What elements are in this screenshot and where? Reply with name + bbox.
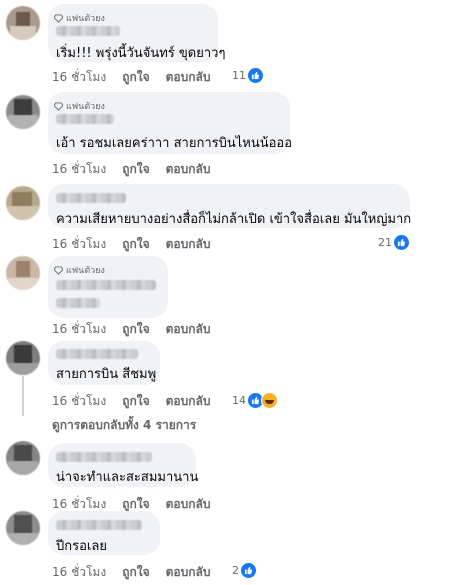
avatar[interactable] (6, 441, 40, 475)
comment-actions: 16 ชั่วโมง ถูกใจ ตอบกลับ (52, 320, 210, 339)
avatar[interactable] (6, 186, 40, 220)
reaction-count[interactable]: 11 (232, 68, 263, 83)
haha-reaction-icon (261, 392, 278, 409)
comment-text: ความเสียหายบางอย่างสื่อก็ไม่กล้าเปิด เข้… (56, 212, 412, 227)
author-name[interactable] (56, 452, 152, 462)
like-reaction-icon (248, 68, 263, 83)
comment-bubble: แฟนตัวยง เริ่ม!!! พรุ่งนี้วันจันทร์ ขุดย… (48, 4, 225, 62)
timestamp[interactable]: 16 ชั่วโมง (52, 563, 106, 582)
comment-bubble: ความเสียหายบางอย่างสื่อก็ไม่กล้าเปิด เข้… (48, 184, 412, 228)
avatar[interactable] (6, 6, 40, 40)
reaction-number: 11 (232, 69, 246, 82)
author-name[interactable] (56, 280, 156, 290)
comment-bubble: ปีกรอเลย (48, 511, 160, 555)
like-button[interactable]: ถูกใจ (122, 68, 149, 87)
like-reaction-icon (241, 563, 256, 578)
timestamp[interactable]: 16 ชั่วโมง (52, 392, 106, 411)
avatar[interactable] (6, 511, 40, 545)
fan-badge: แฟนตัวยง (54, 99, 105, 113)
timestamp[interactable]: 16 ชั่วโมง (52, 320, 106, 339)
fan-badge-label: แฟนตัวยง (66, 266, 105, 276)
diamond-icon (54, 101, 63, 111)
comment-text: เริ่ม!!! พรุ่งนี้วันจันทร์ ขุดยาวๆ (56, 46, 226, 61)
timestamp[interactable]: 16 ชั่วโมง (52, 160, 106, 179)
reply-button[interactable]: ตอบกลับ (166, 160, 211, 179)
thread-line (22, 376, 24, 416)
timestamp[interactable]: 16 ชั่วโมง (52, 68, 106, 87)
fan-badge-label: แฟนตัวยง (66, 14, 105, 24)
reply-button[interactable]: ตอบกลับ (166, 563, 211, 582)
like-button[interactable]: ถูกใจ (122, 320, 149, 339)
diamond-icon (54, 265, 63, 275)
comment-text: ปีกรอเลย (56, 539, 107, 554)
reaction-count[interactable]: 2 (232, 563, 256, 578)
comment-actions: 16 ชั่วโมง ถูกใจ ตอบกลับ (52, 563, 210, 582)
author-name[interactable] (56, 114, 114, 124)
comment-actions: 16 ชั่วโมง ถูกใจ ตอบกลับ (52, 392, 210, 411)
like-button[interactable]: ถูกใจ (122, 160, 149, 179)
reply-button[interactable]: ตอบกลับ (166, 68, 211, 87)
comment-actions: 16 ชั่วโมง ถูกใจ ตอบกลับ (52, 160, 210, 179)
comment-bubble: สายการบิน สีชมพู (48, 341, 160, 385)
reaction-number: 14 (232, 394, 246, 407)
reply-button[interactable]: ตอบกลับ (166, 320, 211, 339)
comment-text: สายการบิน สีชมพู (56, 367, 157, 382)
avatar[interactable] (6, 256, 40, 290)
comment-bubble: น่าจะทำและสะสมมานาน (48, 443, 199, 487)
comment-actions: 16 ชั่วโมง ถูกใจ ตอบกลับ (52, 68, 210, 87)
reply-button[interactable]: ตอบกลับ (166, 392, 211, 411)
comment-text: เอ้า รอชมเลยคร่าาา สายการบินไหนน้อออ (56, 136, 293, 151)
like-button[interactable]: ถูกใจ (122, 392, 149, 411)
reaction-count[interactable]: 21 (378, 235, 409, 250)
author-name[interactable] (56, 349, 138, 359)
avatar[interactable] (6, 341, 40, 375)
diamond-icon (54, 13, 63, 23)
reaction-count[interactable]: 14 (232, 392, 278, 409)
author-name[interactable] (56, 520, 142, 530)
comment-text-blurred (56, 298, 100, 308)
comment-bubble: แฟนตัวยง เอ้า รอชมเลยคร่าาา สายการบินไหน… (48, 92, 293, 154)
comment-text: น่าจะทำและสะสมมานาน (56, 470, 199, 485)
reaction-number: 21 (378, 236, 392, 249)
fan-badge: แฟนตัวยง (54, 263, 105, 277)
like-button[interactable]: ถูกใจ (122, 563, 149, 582)
timestamp[interactable]: 16 ชั่วโมง (52, 235, 106, 254)
reply-button[interactable]: ตอบกลับ (166, 235, 211, 254)
reaction-number: 2 (232, 564, 239, 577)
like-button[interactable]: ถูกใจ (122, 235, 149, 254)
comment-bubble: แฟนตัวยง (48, 256, 168, 318)
view-replies-link[interactable]: ดูการตอบกลับทั้ง 4 รายการ (52, 416, 196, 435)
comment-actions: 16 ชั่วโมง ถูกใจ ตอบกลับ (52, 235, 210, 254)
author-name[interactable] (56, 26, 120, 36)
reply-button[interactable]: ตอบกลับ (166, 495, 211, 514)
author-name[interactable] (56, 193, 126, 203)
fan-badge-label: แฟนตัวยง (66, 102, 105, 112)
fan-badge: แฟนตัวยง (54, 11, 105, 25)
avatar[interactable] (6, 95, 40, 129)
like-reaction-icon (394, 235, 409, 250)
